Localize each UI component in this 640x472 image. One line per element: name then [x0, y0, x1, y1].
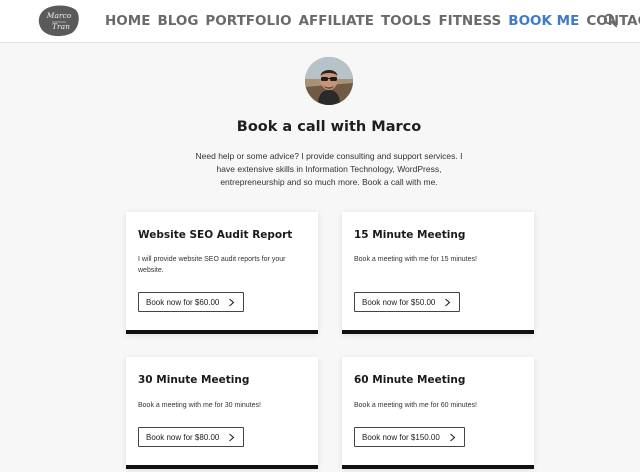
avatar — [305, 57, 353, 105]
card-description: Book a meeting with me for 30 minutes! — [138, 402, 261, 409]
book-now-label: Book now for $150.00 — [362, 432, 440, 442]
card-description: Book a meeting with me for 60 minutes! — [354, 402, 477, 409]
site-logo[interactable]: Marco Tran — [38, 4, 80, 37]
book-now-button[interactable]: Book now for $150.00 — [354, 427, 465, 447]
nav-home[interactable]: HOME — [105, 12, 150, 30]
nav-affiliate[interactable]: AFFILIATE — [299, 12, 374, 30]
book-now-label: Book now for $80.00 — [146, 432, 220, 442]
card-description: I will provide website SEO audit reports… — [138, 256, 286, 274]
page-title: Book a call with Marco — [236, 119, 422, 135]
service-card-seo-audit: Website SEO Audit Report I will provide … — [126, 212, 318, 334]
svg-text:Marco: Marco — [46, 11, 72, 20]
book-now-button[interactable]: Book now for $50.00 — [354, 292, 461, 312]
svg-text:Tran: Tran — [52, 22, 70, 31]
chevron-right-icon — [229, 433, 235, 441]
service-card-15-minute: 15 Minute Meeting Book a meeting with me… — [342, 212, 534, 334]
card-title: 60 Minute Meeting — [354, 374, 466, 386]
nav-tools[interactable]: TOOLS — [381, 12, 432, 30]
search-icon[interactable] — [603, 13, 618, 28]
card-description: Book a meeting with me for 15 minutes! — [354, 256, 477, 263]
book-now-button[interactable]: Book now for $80.00 — [138, 427, 245, 447]
book-now-button[interactable]: Book now for $60.00 — [138, 292, 245, 312]
site-header: Marco Tran HOME BLOG PORTFOLIO AFFILIATE… — [0, 0, 640, 43]
nav-blog[interactable]: BLOG — [157, 12, 198, 30]
card-title: 15 Minute Meeting — [354, 229, 466, 241]
nav-fitness[interactable]: FITNESS — [438, 12, 501, 30]
service-card-30-minute: 30 Minute Meeting Book a meeting with me… — [126, 357, 318, 469]
main-nav: HOME BLOG PORTFOLIO AFFILIATE TOOLS FITN… — [105, 12, 640, 30]
chevron-right-icon — [449, 433, 456, 441]
chevron-right-icon — [229, 298, 235, 306]
intro-text: Need help or some advice? I provide cons… — [195, 151, 463, 187]
nav-portfolio[interactable]: PORTFOLIO — [205, 12, 291, 30]
book-now-label: Book now for $60.00 — [146, 297, 220, 307]
card-title: 30 Minute Meeting — [138, 374, 250, 386]
book-now-label: Book now for $50.00 — [362, 297, 436, 307]
card-title: Website SEO Audit Report — [138, 229, 293, 241]
nav-book-me[interactable]: BOOK ME — [508, 12, 579, 30]
chevron-right-icon — [445, 298, 451, 306]
service-card-60-minute: 60 Minute Meeting Book a meeting with me… — [342, 357, 534, 469]
